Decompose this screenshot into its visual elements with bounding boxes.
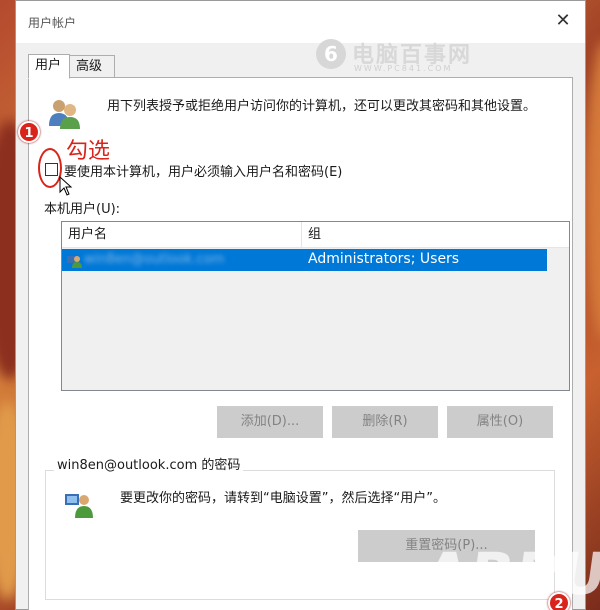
- list-empty-area: [547, 249, 569, 390]
- add-user-button[interactable]: 添加(D)...: [217, 406, 323, 438]
- tab-advanced[interactable]: 高级: [69, 55, 115, 79]
- bottom-watermark: ARPUN.COM: [419, 540, 600, 608]
- watermark-subtext: WWW.PC841.COM: [354, 64, 453, 73]
- intro-description: 用下列表授予或拒绝用户访问你的计算机，还可以更改其密码和其他设置。: [107, 99, 537, 114]
- tab-users[interactable]: 用户: [28, 54, 70, 79]
- annotation-step-2-badge: 2: [548, 592, 570, 610]
- username-cell: win8en@outlook.com: [84, 252, 225, 267]
- local-users-label: 本机用户(U):: [44, 202, 121, 217]
- group-cell: Administrators; Users: [308, 251, 460, 267]
- require-password-label[interactable]: 要使用本计算机，用户必须输入用户名和密码(E): [64, 161, 342, 180]
- user-icon: [67, 256, 82, 268]
- annotation-step-1-badge: 1: [18, 121, 40, 143]
- close-button[interactable]: ✕: [553, 11, 573, 31]
- site-watermark: 6 电脑百事网 WWW.PC841.COM: [316, 37, 576, 77]
- users-icon: [49, 100, 80, 129]
- background-flower: [585, 40, 600, 340]
- remove-user-button[interactable]: 删除(R): [332, 406, 438, 438]
- watermark-logo: 6: [316, 39, 346, 69]
- dialog-title: 用户帐户: [28, 16, 77, 30]
- require-password-checkbox[interactable]: [45, 163, 58, 176]
- column-header-group[interactable]: 组: [302, 222, 570, 248]
- user-password-icon: [65, 494, 93, 518]
- column-header-username[interactable]: 用户名: [62, 222, 302, 248]
- local-users-list[interactable]: 用户名 组 win8en@outlook.com Administrators;…: [61, 221, 570, 391]
- properties-button[interactable]: 属性(O): [447, 406, 553, 438]
- change-password-hint: 要更改你的密码，请转到“电脑设置”，然后选择“用户”。: [120, 491, 446, 506]
- table-row[interactable]: win8en@outlook.com Administrators; Users: [62, 249, 547, 271]
- list-header: 用户名 组: [62, 222, 569, 248]
